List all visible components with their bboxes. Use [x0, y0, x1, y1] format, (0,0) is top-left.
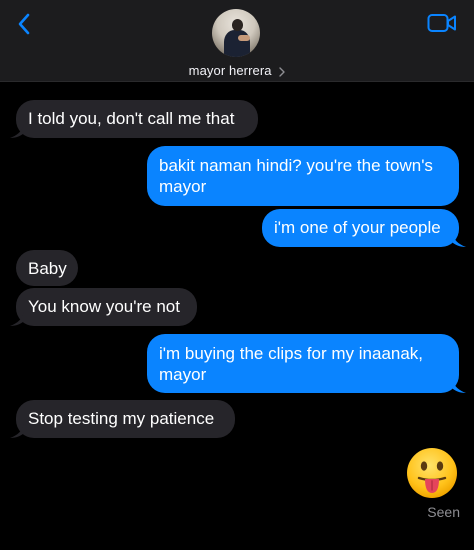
message-text: Stop testing my patience	[28, 409, 215, 428]
message-text-line: bakit naman hindi? you're the town's	[159, 156, 433, 175]
message-text: I told you, don't call me that	[28, 109, 235, 128]
message-text: Baby	[28, 259, 67, 278]
message-bubble-outgoing[interactable]: i'm buying the clips for my inaanak, may…	[147, 334, 459, 393]
avatar-figure-head	[232, 19, 243, 31]
bubble-tail	[10, 312, 24, 326]
bubble-tail	[452, 379, 466, 393]
message-text: You know you're not	[28, 297, 180, 316]
bubble-tail	[452, 233, 466, 247]
message-text: i'm one of your people	[274, 218, 441, 237]
video-call-button[interactable]	[427, 12, 457, 34]
message-bubble-outgoing[interactable]: i'm one of your people	[262, 209, 459, 247]
message-text-line: mayor	[159, 365, 207, 384]
conversation-screen: mayor herrera I told you, don't call me …	[0, 0, 474, 550]
chevron-right-icon	[279, 66, 286, 77]
message-text-line: i'm buying the clips for my inaanak,	[159, 344, 424, 363]
back-button[interactable]	[12, 12, 36, 36]
conversation-header: mayor herrera	[0, 0, 474, 82]
avatar-figure-arm	[238, 35, 250, 41]
bubble-tail	[10, 424, 24, 438]
message-bubble-incoming[interactable]: Baby	[16, 250, 78, 286]
message-bubble-incoming[interactable]: You know you're not	[16, 288, 197, 326]
tongue-out-emoji-message[interactable]	[405, 446, 459, 500]
message-bubble-incoming[interactable]: I told you, don't call me that	[16, 100, 258, 138]
message-text-line: mayor	[159, 177, 207, 196]
chevron-left-icon	[18, 13, 30, 35]
message-bubble-outgoing[interactable]: bakit naman hindi? you're the town's may…	[147, 146, 459, 206]
video-camera-icon	[427, 14, 456, 32]
contact-name: mayor herrera	[188, 63, 272, 78]
read-receipt-status: Seen	[427, 504, 460, 520]
message-bubble-incoming[interactable]: Stop testing my patience	[16, 400, 235, 438]
bubble-tail	[10, 124, 24, 138]
contact-name-button[interactable]: mayor herrera	[0, 63, 474, 78]
contact-avatar[interactable]	[212, 9, 260, 57]
